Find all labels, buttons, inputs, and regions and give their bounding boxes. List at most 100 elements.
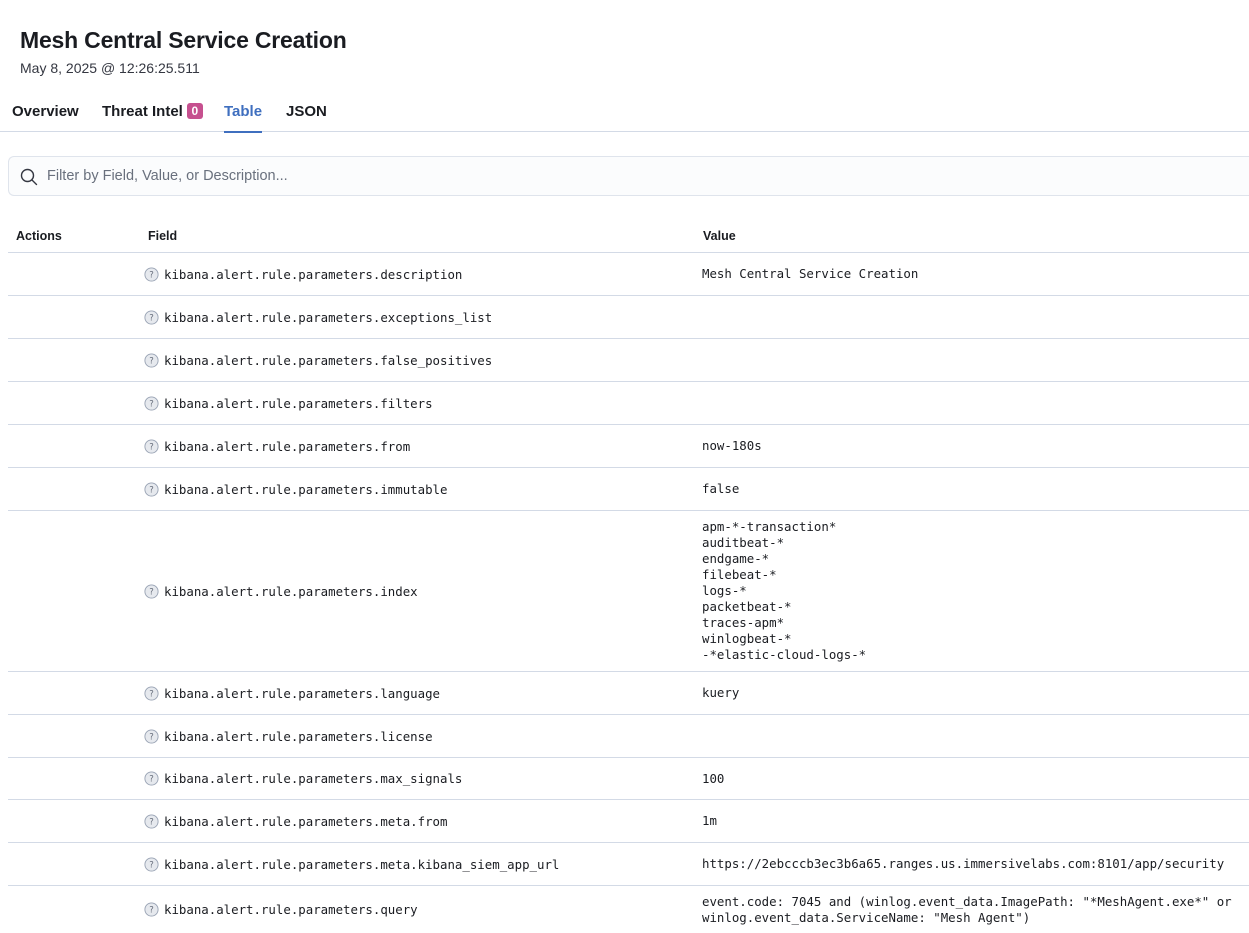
field-name: kibana.alert.rule.parameters.from — [164, 438, 411, 454]
value-cell: 100 — [702, 758, 724, 799]
value-list: apm-*-transaction* auditbeat-* endgame-* fi… — [702, 519, 866, 663]
value-list-item: -*elastic-cloud-logs-* — [702, 647, 867, 662]
field-name: kibana.alert.rule.parameters.meta.from — [164, 813, 448, 829]
column-header-value: Value — [703, 229, 736, 243]
field-cell: ? kibana.alert.rule.parameters.filters — [144, 382, 433, 424]
value-cell: https://2ebcccb3ec3b6a65.ranges.us.immer… — [702, 843, 1224, 885]
svg-text:?: ? — [149, 313, 154, 323]
search-icon — [20, 168, 38, 186]
field-name: kibana.alert.rule.parameters.meta.kibana… — [164, 856, 560, 872]
value-cell: false — [702, 468, 739, 510]
field-cell: ? kibana.alert.rule.parameters.descriptio… — [144, 253, 462, 295]
table-row: ? kibana.alert.rule.parameters.descriptio… — [8, 253, 1249, 296]
field-type-help-icon[interactable]: ? — [144, 728, 159, 744]
table-body: ? kibana.alert.rule.parameters.descriptio… — [8, 253, 1249, 933]
field-cell: ? kibana.alert.rule.parameters.immutable — [144, 468, 447, 510]
actions-cell — [8, 715, 138, 757]
actions-cell — [8, 296, 138, 338]
field-cell: ? kibana.alert.rule.parameters.meta.kiban… — [144, 843, 559, 885]
field-type-help-icon[interactable]: ? — [144, 481, 159, 497]
table-row: ? kibana.alert.rule.parameters.index apm-*… — [8, 511, 1249, 672]
svg-text:?: ? — [149, 270, 154, 280]
tab-overview[interactable]: Overview — [12, 92, 79, 132]
field-cell: ? kibana.alert.rule.parameters.query — [144, 886, 418, 933]
tab-threat-intel-label: Threat Intel — [102, 103, 183, 120]
value-cell: kuery — [702, 672, 739, 714]
field-name: kibana.alert.rule.parameters.license — [164, 728, 433, 744]
value-cell: now-180s — [702, 425, 762, 467]
value-list-item: apm-*-transaction* — [702, 519, 837, 534]
table-row: ? kibana.alert.rule.parameters.meta.kiban… — [8, 843, 1249, 886]
svg-text:?: ? — [149, 817, 154, 827]
field-type-help-icon[interactable]: ? — [144, 813, 159, 829]
svg-text:?: ? — [149, 356, 154, 366]
field-cell: ? kibana.alert.rule.parameters.meta.from — [144, 800, 447, 842]
field-name: kibana.alert.rule.parameters.false_posit… — [164, 352, 493, 368]
field-type-help-icon[interactable]: ? — [144, 352, 159, 368]
tab-json[interactable]: JSON — [286, 92, 327, 132]
value-list-item: event.code: 7045 and (winlog.event_data.… — [702, 893, 1232, 909]
value-list-item: winlogbeat-* — [702, 631, 792, 646]
value-cell: event.code: 7045 and (winlog.event_data.… — [702, 886, 1232, 933]
field-type-help-icon[interactable]: ? — [144, 856, 159, 872]
actions-cell — [8, 800, 138, 842]
actions-cell — [8, 339, 138, 381]
value-cell: apm-*-transaction* auditbeat-* endgame-* fi… — [702, 511, 866, 671]
field-value: https://2ebcccb3ec3b6a65.ranges.us.immer… — [702, 856, 1225, 871]
tab-table[interactable]: Table — [224, 92, 263, 133]
field-value: now-180s — [702, 438, 762, 453]
field-cell: ? kibana.alert.rule.parameters.false_posi… — [144, 339, 492, 381]
field-cell: ? kibana.alert.rule.parameters.exceptions… — [144, 296, 492, 338]
field-type-help-icon[interactable]: ? — [144, 309, 159, 325]
search-bar — [8, 156, 1249, 196]
table-row: ? kibana.alert.rule.parameters.exceptions… — [8, 296, 1249, 339]
field-type-help-icon[interactable]: ? — [144, 771, 159, 786]
value-list: event.code: 7045 and (winlog.event_data.… — [702, 894, 1232, 926]
field-name: kibana.alert.rule.parameters.exceptions_… — [164, 309, 493, 325]
field-name: kibana.alert.rule.parameters.max_signals — [164, 771, 463, 786]
actions-cell — [8, 425, 138, 467]
field-cell: ? kibana.alert.rule.parameters.license — [144, 715, 433, 757]
svg-text:?: ? — [149, 906, 154, 916]
tab-overview-label: Overview — [12, 103, 79, 120]
value-cell: Mesh Central Service Creation — [702, 253, 918, 295]
field-value: Mesh Central Service Creation — [702, 266, 919, 281]
field-type-help-icon[interactable]: ? — [144, 902, 159, 917]
actions-cell — [8, 758, 138, 799]
table-row: ? kibana.alert.rule.parameters.meta.from 1… — [8, 800, 1249, 843]
tab-json-label: JSON — [286, 103, 327, 120]
field-cell: ? kibana.alert.rule.parameters.from — [144, 425, 410, 467]
svg-text:?: ? — [149, 689, 154, 699]
tab-bar: Overview Threat Intel 0 Table JSON — [0, 92, 1249, 133]
tab-threat-intel[interactable]: Threat Intel 0 — [102, 92, 203, 132]
actions-cell — [8, 382, 138, 424]
field-value: kuery — [702, 685, 740, 700]
tab-table-label: Table — [224, 103, 263, 120]
alert-timestamp: May 8, 2025 @ 12:26:25.511 — [20, 60, 200, 76]
field-type-help-icon[interactable]: ? — [144, 685, 159, 701]
actions-cell — [8, 468, 138, 510]
field-type-help-icon[interactable]: ? — [144, 266, 159, 282]
filter-input[interactable] — [47, 157, 1227, 195]
field-name: kibana.alert.rule.parameters.language — [164, 685, 441, 701]
field-type-help-icon[interactable]: ? — [144, 438, 159, 454]
svg-text:?: ? — [149, 775, 154, 785]
table-row: ? kibana.alert.rule.parameters.query event… — [8, 886, 1249, 933]
actions-cell — [8, 886, 138, 933]
value-list-item: endgame-* — [702, 551, 770, 566]
svg-text:?: ? — [149, 732, 154, 742]
field-value: false — [702, 481, 740, 496]
field-value: 100 — [702, 770, 725, 786]
table-row: ? kibana.alert.rule.parameters.filters — [8, 382, 1249, 425]
value-list-item: traces-apm* — [702, 615, 785, 630]
field-type-help-icon[interactable]: ? — [144, 583, 159, 599]
table-row: ? kibana.alert.rule.parameters.license — [8, 715, 1249, 758]
actions-cell — [8, 253, 138, 295]
table-row: ? kibana.alert.rule.parameters.false_posi… — [8, 339, 1249, 382]
svg-text:?: ? — [149, 587, 154, 597]
fields-table: Actions Field Value ? kibana.alert.rule.p… — [8, 218, 1249, 933]
field-type-help-icon[interactable]: ? — [144, 395, 159, 411]
table-row: ? kibana.alert.rule.parameters.language ku… — [8, 672, 1249, 715]
field-name: kibana.alert.rule.parameters.query — [164, 902, 418, 917]
table-header: Actions Field Value — [8, 218, 1249, 253]
